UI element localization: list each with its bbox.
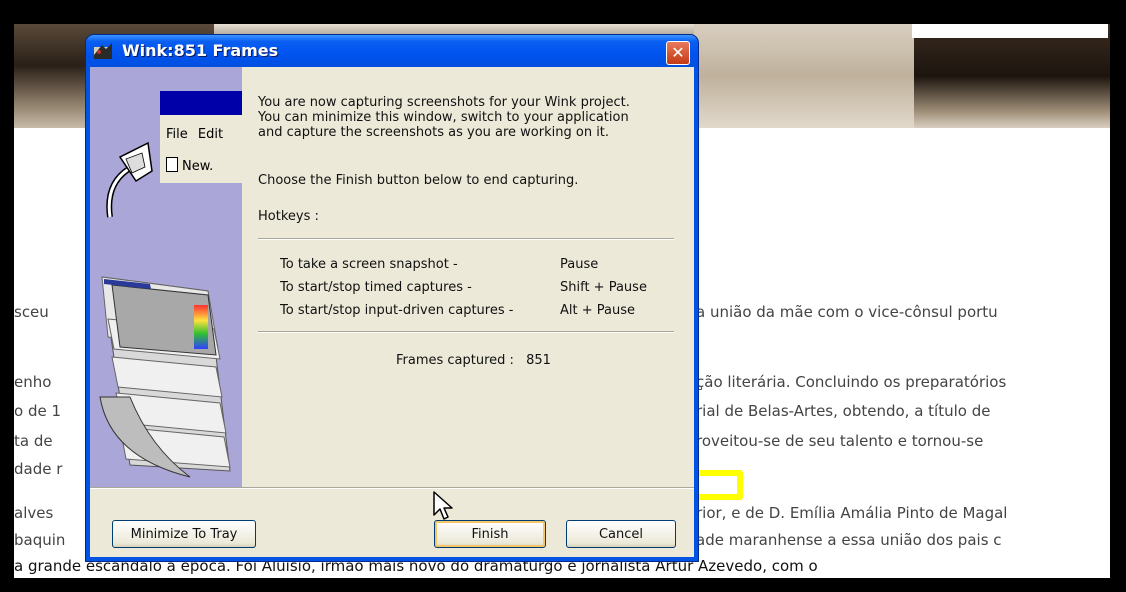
hotkeys-separator-top — [258, 238, 674, 240]
frames-captured-value: 851 — [526, 353, 551, 368]
message-line: and capture the screenshots as you are w… — [258, 125, 610, 140]
header-photo — [694, 24, 914, 128]
minimize-to-tray-button[interactable]: Minimize To Tray — [112, 520, 256, 548]
background-text: dade r — [14, 460, 63, 478]
wink-capture-dialog: Wink:851 Frames ✕ File Edit New. You are… — [86, 35, 698, 561]
close-button[interactable]: ✕ — [666, 41, 690, 65]
background-text: ade maranhense a essa união dos pais c — [696, 531, 1002, 549]
hotkeys-label: Hotkeys : — [258, 209, 319, 224]
header-box — [912, 24, 1108, 38]
dialog-client: File Edit New. You are now capturing scr… — [90, 67, 694, 557]
header-photo — [914, 24, 1110, 128]
hotkey-key: Pause — [560, 257, 599, 272]
background-text: rial de Belas-Artes, obtendo, a título d… — [696, 402, 991, 420]
screenshot-stack-icon — [99, 141, 231, 478]
hotkey-action: To start/stop input-driven captures - — [280, 303, 514, 318]
hotkey-key: Alt + Pause — [560, 303, 635, 318]
background-text: sceu — [14, 303, 49, 321]
hotkey-key: Shift + Pause — [560, 280, 647, 295]
frames-captured: Frames captured : 851 — [396, 353, 551, 368]
background-text: alves — [14, 504, 54, 522]
background-text: ta de — [14, 432, 53, 450]
hotkeys-separator-bottom — [258, 331, 674, 333]
background-text: baquin — [14, 531, 66, 549]
background-text: a união da mãe com o vice-cônsul portu — [696, 303, 998, 321]
background-text: ção literária. Concluindo os preparatóri… — [696, 373, 1007, 391]
background-text: o de 1 — [14, 402, 62, 420]
finish-button[interactable]: Finish — [434, 520, 546, 548]
dialog-bottom-separator — [90, 487, 694, 489]
background-text: roveitou-se de seu talento e tornou-se — [696, 432, 984, 450]
hotkey-action: To start/stop timed captures - — [280, 280, 472, 295]
message-line: You are now capturing screenshots for yo… — [258, 95, 630, 110]
wink-app-icon — [94, 43, 112, 59]
background-text: enho — [14, 373, 52, 391]
finish-hint: Choose the Finish button below to end ca… — [258, 173, 579, 188]
cancel-button[interactable]: Cancel — [566, 520, 676, 548]
hotkey-action: To take a screen snapshot - — [280, 257, 458, 272]
mouse-pointer-icon — [433, 491, 453, 520]
screenshot-pages — [99, 276, 231, 478]
wink-illustration: File Edit New. — [90, 67, 242, 487]
message-line: You can minimize this window, switch to … — [258, 110, 629, 125]
dialog-title: Wink:851 Frames — [122, 41, 279, 60]
dialog-titlebar[interactable]: Wink:851 Frames ✕ — [86, 35, 698, 67]
frames-captured-label: Frames captured : — [396, 353, 514, 368]
capture-message: You are now capturing screenshots for yo… — [258, 95, 630, 140]
